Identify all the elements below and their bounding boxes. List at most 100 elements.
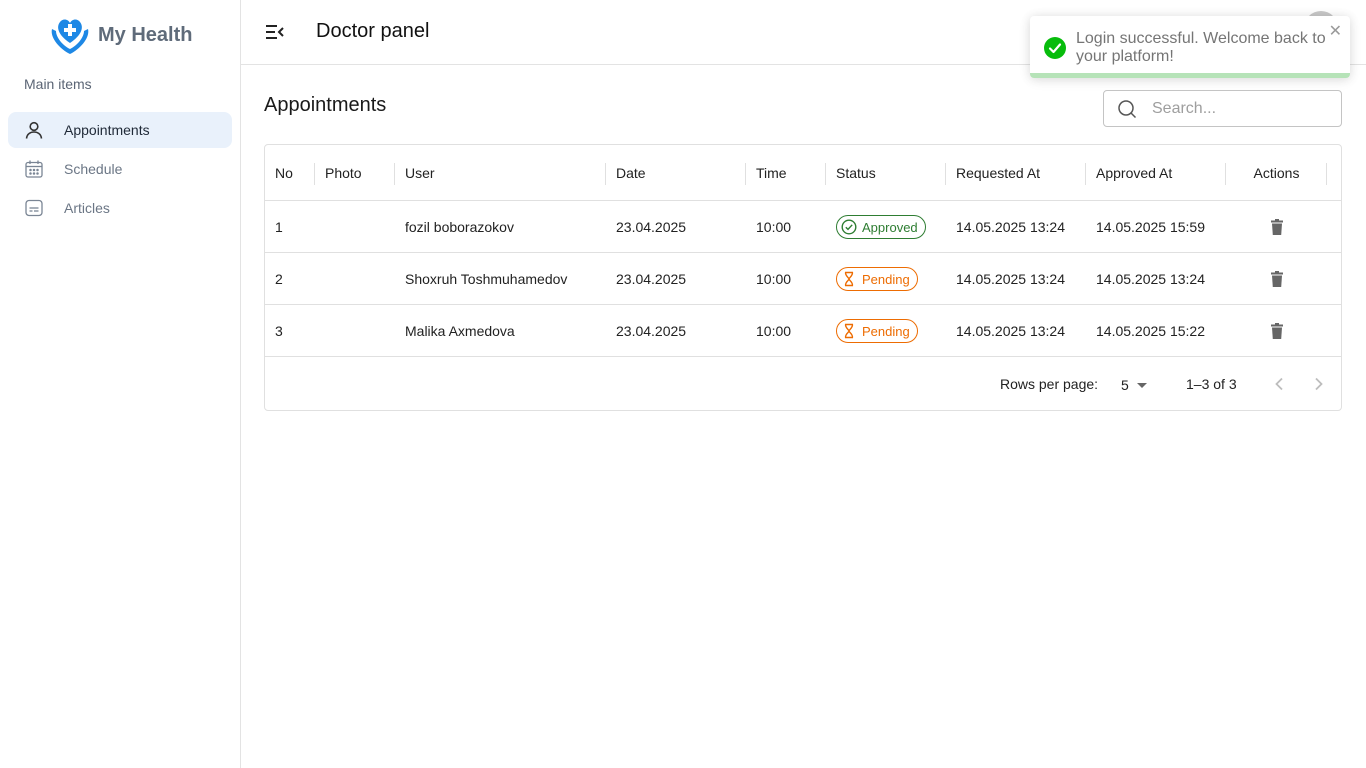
status-badge: Pending — [836, 267, 918, 291]
trash-icon — [1270, 323, 1283, 339]
status-label: Pending — [862, 323, 910, 339]
rows-per-page-label: Rows per page: — [1000, 376, 1099, 392]
previous-page-button[interactable] — [1265, 370, 1293, 398]
logo-icon — [51, 19, 89, 54]
cell-photo — [315, 201, 395, 253]
search-icon — [1118, 100, 1137, 119]
cell-photo — [315, 253, 395, 305]
cell-approved-at: 14.05.2025 15:22 — [1096, 323, 1205, 339]
sidebar-item-schedule[interactable]: Schedule — [8, 151, 232, 187]
column-label: User — [405, 165, 435, 181]
cell-time: 10:00 — [756, 219, 792, 235]
sidebar-item-articles[interactable]: Articles — [8, 190, 232, 226]
cell-user: Shoxruh Toshmuhamedov — [405, 271, 568, 287]
sidebar-item-label: Articles — [64, 200, 110, 216]
cell-requested-at: 14.05.2025 13:24 — [956, 323, 1065, 339]
delete-button[interactable] — [1263, 317, 1291, 345]
cell-no: 2 — [275, 271, 283, 287]
article-icon — [24, 198, 44, 218]
column-header-user[interactable]: User — [395, 145, 606, 201]
cell-approved-at: 14.05.2025 15:59 — [1096, 219, 1205, 235]
column-label: Approved At — [1096, 165, 1173, 181]
app-name: My Health — [98, 23, 193, 46]
column-header-approved-at[interactable]: Approved At — [1086, 145, 1226, 201]
cell-photo — [315, 305, 395, 357]
cell-status: Approved — [826, 201, 946, 253]
column-label: Status — [836, 165, 876, 181]
calendar-icon — [24, 159, 44, 179]
column-header-no[interactable]: No — [265, 145, 315, 201]
next-page-button[interactable] — [1305, 370, 1333, 398]
column-label: No — [275, 165, 293, 181]
cell-date: 23.04.2025 — [616, 271, 687, 287]
table-pagination: Rows per page: 5 1–3 of 3 — [265, 357, 1341, 411]
trash-icon — [1270, 271, 1283, 287]
rows-per-page-select[interactable]: 5 — [1121, 374, 1153, 396]
sidebar-item-appointments[interactable]: Appointments — [8, 112, 232, 148]
cell-approved-at: 14.05.2025 13:24 — [1096, 271, 1205, 287]
cell-date: 23.04.2025 — [616, 219, 687, 235]
column-header-photo[interactable]: Photo — [315, 145, 395, 201]
check-circle-icon — [1044, 37, 1066, 59]
hourglass-icon — [844, 323, 854, 339]
table-row[interactable]: 2 Shoxruh Toshmuhamedov 23.04.2025 10:00… — [265, 253, 1341, 305]
cell-no: 3 — [275, 323, 283, 339]
nav-section-title: Main items — [24, 76, 92, 92]
cell-actions — [1226, 253, 1327, 305]
cell-user: Malika Axmedova — [405, 323, 515, 339]
trash-icon — [1270, 219, 1283, 235]
person-icon — [24, 120, 44, 140]
chevron-down-icon — [1136, 382, 1147, 388]
cell-requested-at: 14.05.2025 13:24 — [956, 271, 1065, 287]
column-header-requested-at[interactable]: Requested At — [946, 145, 1086, 201]
column-label: Date — [616, 165, 646, 181]
section-heading: Appointments — [264, 94, 387, 116]
menu-collapse-icon[interactable] — [264, 22, 286, 42]
close-icon[interactable]: ✕ — [1329, 21, 1342, 41]
cell-user: fozil boborazokov — [405, 219, 514, 235]
cell-actions — [1226, 201, 1327, 253]
column-label: Actions — [1253, 165, 1300, 181]
delete-button[interactable] — [1263, 265, 1291, 293]
column-header-status[interactable]: Status — [826, 145, 946, 201]
column-header-date[interactable]: Date — [606, 145, 746, 201]
sidebar-nav: Appointments Schedule Articles — [8, 112, 232, 229]
cell-time: 10:00 — [756, 323, 792, 339]
status-badge: Approved — [836, 215, 926, 239]
hourglass-icon — [844, 271, 854, 287]
status-label: Pending — [862, 271, 910, 287]
cell-no: 1 — [275, 219, 283, 235]
cell-time: 10:00 — [756, 271, 792, 287]
cell-date: 23.04.2025 — [616, 323, 687, 339]
cell-requested-at: 14.05.2025 13:24 — [956, 219, 1065, 235]
cell-status: Pending — [826, 253, 946, 305]
brand[interactable]: My Health — [48, 14, 192, 56]
status-label: Approved — [862, 219, 918, 235]
page-title: Doctor panel — [316, 20, 430, 42]
success-toast: Login successful. Welcome back to your p… — [1030, 16, 1350, 78]
sidebar-item-label: Appointments — [64, 122, 150, 138]
table-row[interactable]: 1 fozil boborazokov 23.04.2025 10:00 App… — [265, 201, 1341, 253]
page-range: 1–3 of 3 — [1186, 376, 1237, 392]
sidebar-item-label: Schedule — [64, 161, 123, 177]
cell-actions — [1226, 305, 1327, 357]
rows-per-page-value: 5 — [1121, 377, 1129, 393]
chevron-right-icon — [1315, 377, 1323, 391]
toast-message: Login successful. Welcome back to your p… — [1076, 30, 1326, 65]
search-input[interactable] — [1152, 98, 1332, 120]
column-label: Time — [756, 165, 787, 181]
table-header: No Photo User Date Time Status Requested… — [265, 145, 1341, 201]
column-label: Requested At — [956, 165, 1041, 181]
status-badge: Pending — [836, 319, 918, 343]
cell-status: Pending — [826, 305, 946, 357]
chevron-left-icon — [1275, 377, 1283, 391]
column-header-actions[interactable]: Actions — [1226, 145, 1327, 201]
appointments-table: No Photo User Date Time Status Requested… — [264, 144, 1342, 411]
delete-button[interactable] — [1263, 213, 1291, 241]
check-circle-outline-icon — [841, 219, 857, 235]
search-field[interactable] — [1103, 90, 1342, 127]
toast-progress-bar — [1030, 73, 1350, 78]
column-label: Photo — [325, 165, 362, 181]
column-header-time[interactable]: Time — [746, 145, 826, 201]
table-row[interactable]: 3 Malika Axmedova 23.04.2025 10:00 Pendi… — [265, 305, 1341, 357]
